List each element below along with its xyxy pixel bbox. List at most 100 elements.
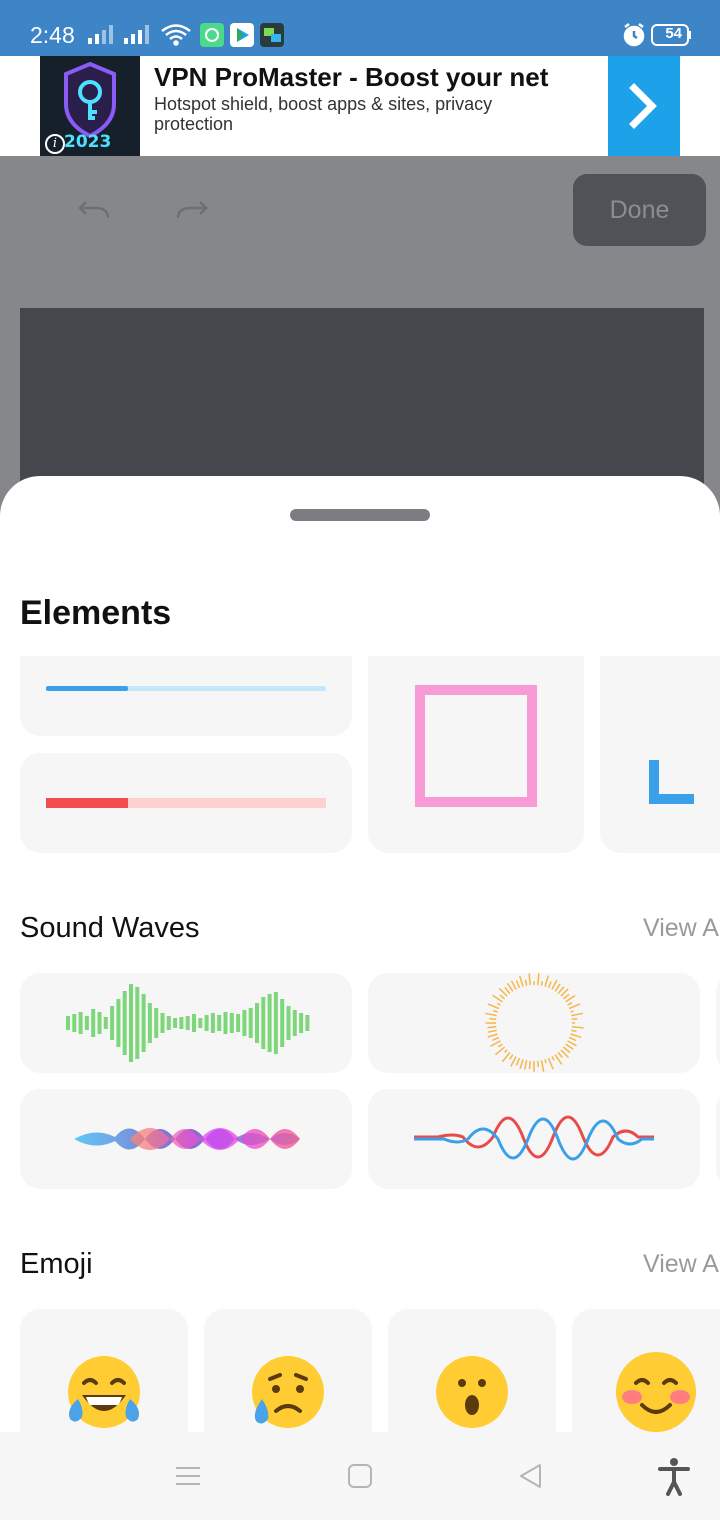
signal-2-icon xyxy=(124,25,149,44)
circle-wave-tick xyxy=(551,979,558,990)
circle-wave-tick xyxy=(571,1029,577,1033)
circle-wave-tick xyxy=(490,1040,501,1047)
circle-wave-tick xyxy=(568,1003,581,1010)
wave-bar xyxy=(185,1016,190,1030)
sound-wave-circle-card[interactable] xyxy=(368,973,700,1073)
ad-subtitle: Hotspot shield, boost apps & sites, priv… xyxy=(154,94,493,134)
circle-wave-tick xyxy=(536,1060,540,1068)
back-icon[interactable] xyxy=(516,1462,544,1490)
sound-wave-card-partial[interactable] xyxy=(716,973,720,1073)
wave-bar xyxy=(66,1016,70,1030)
wave-bar xyxy=(223,1012,228,1034)
square-frame-shape xyxy=(415,685,537,807)
battery-level: 54 xyxy=(665,25,682,42)
sound-wave-circle xyxy=(485,973,584,1072)
system-nav-bar xyxy=(0,1432,720,1520)
wave-bar xyxy=(267,994,272,1052)
undo-icon[interactable] xyxy=(72,196,116,226)
circle-wave-tick xyxy=(540,1060,545,1072)
accessibility-icon[interactable] xyxy=(656,1456,692,1496)
wave-bar xyxy=(97,1012,102,1034)
wave-bar xyxy=(154,1008,159,1038)
status-time: 2:48 xyxy=(30,22,75,48)
circle-wave-tick xyxy=(570,1010,574,1013)
sound-wave-card-partial-2[interactable] xyxy=(716,1089,720,1189)
circle-wave-tick xyxy=(515,1057,521,1066)
circle-wave-tick xyxy=(487,1003,500,1010)
wave-bar xyxy=(179,1017,184,1029)
wave-bar xyxy=(299,1013,304,1033)
circle-wave-tick xyxy=(547,981,552,989)
section-title-sound-waves: Sound Waves xyxy=(20,912,200,944)
recents-menu-icon[interactable] xyxy=(174,1462,202,1490)
home-icon[interactable] xyxy=(346,1462,374,1490)
wave-bar xyxy=(305,1015,310,1031)
emoji-view-all-link[interactable]: View All xyxy=(643,1250,720,1279)
wave-bar xyxy=(273,992,278,1054)
circle-wave-tick xyxy=(519,975,524,987)
wave-bar xyxy=(116,999,121,1047)
circle-wave-tick xyxy=(571,1025,584,1029)
progress-bar-blue-card[interactable] xyxy=(20,656,352,736)
ad-open-button[interactable] xyxy=(608,56,680,156)
chevron-right-icon xyxy=(629,83,657,129)
circle-wave-tick xyxy=(565,1043,574,1050)
wave-bar xyxy=(147,1003,152,1043)
sound-waves-view-all-link[interactable]: View All xyxy=(643,914,720,943)
circle-wave-tick xyxy=(489,1017,497,1021)
circle-wave-tick xyxy=(485,1012,497,1017)
circle-wave-tick xyxy=(567,1040,577,1047)
circle-wave-tick xyxy=(524,979,528,986)
corner-bracket-shape xyxy=(649,760,694,804)
wave-bar xyxy=(78,1012,83,1034)
sound-wave-green-card[interactable] xyxy=(20,973,352,1073)
circle-wave-tick xyxy=(499,994,506,1000)
progress-bar-blue xyxy=(46,686,326,691)
circle-wave-tick xyxy=(562,1046,571,1054)
wave-bar xyxy=(248,1008,253,1038)
sheet-drag-handle[interactable] xyxy=(290,509,430,521)
ad-year: 2023 xyxy=(64,132,112,152)
circle-wave-tick xyxy=(487,1029,497,1033)
redo-icon[interactable] xyxy=(170,196,214,226)
frame-square-card[interactable] xyxy=(368,656,584,853)
circle-wave-tick xyxy=(557,1051,563,1058)
circle-wave-tick xyxy=(487,1033,498,1038)
wave-bar xyxy=(166,1016,171,1030)
circle-wave-tick xyxy=(551,1056,555,1061)
circle-wave-tick xyxy=(554,983,561,992)
wave-bar xyxy=(280,999,285,1047)
ad-title[interactable]: VPN ProMaster - Boost your net xyxy=(154,62,548,93)
circle-wave-tick xyxy=(540,981,544,986)
sound-wave-green xyxy=(66,984,310,1062)
ad-info-icon[interactable]: i xyxy=(45,134,65,154)
circle-wave-tick xyxy=(496,1002,501,1006)
wave-bar xyxy=(242,1010,247,1036)
wave-bar xyxy=(91,1009,96,1037)
wave-bar xyxy=(72,1014,77,1032)
sound-wave-gradient-card[interactable] xyxy=(20,1089,352,1189)
progress-bar-red-card[interactable] xyxy=(20,753,352,853)
corner-shape-card[interactable] xyxy=(600,656,720,853)
circle-wave-tick xyxy=(557,986,565,995)
circle-wave-tick xyxy=(562,993,570,1000)
circle-wave-tick xyxy=(492,1009,498,1013)
wave-bar xyxy=(103,1017,108,1029)
circle-wave-tick xyxy=(509,1054,514,1060)
elements-sheet: Elements Sound Waves View All xyxy=(0,476,720,1520)
circle-wave-tick xyxy=(547,1057,554,1070)
wave-bar xyxy=(129,984,133,1062)
editor-area: Done xyxy=(0,156,720,516)
wave-bar xyxy=(217,1015,222,1031)
sound-wave-sine-card[interactable] xyxy=(368,1089,700,1189)
wave-bar xyxy=(84,1016,89,1030)
circle-wave-tick xyxy=(570,1033,582,1039)
done-button[interactable]: Done xyxy=(573,174,706,246)
sheet-title: Elements xyxy=(20,594,172,632)
circle-wave-tick xyxy=(528,973,532,986)
circle-wave-tick xyxy=(568,1036,577,1042)
wave-bar xyxy=(135,987,140,1059)
circle-wave-tick xyxy=(501,1051,511,1063)
alarm-icon xyxy=(623,23,645,47)
ad-banner[interactable]: i 2023 VPN ProMaster - Boost your net Ho… xyxy=(0,56,720,156)
